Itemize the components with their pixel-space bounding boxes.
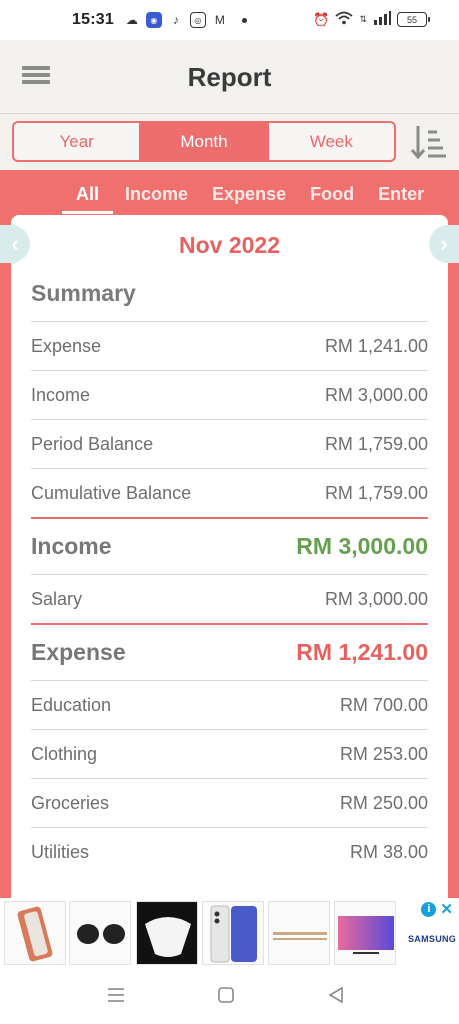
income-total: RM 3,000.00	[296, 533, 428, 559]
row-value: RM 3,000.00	[324, 384, 428, 405]
sort-descending-icon[interactable]	[409, 122, 449, 162]
row-value: RM 1,759.00	[324, 433, 428, 454]
ad-product-phone[interactable]	[202, 901, 264, 965]
back-icon[interactable]	[326, 986, 346, 1009]
tab-month[interactable]: Month	[141, 123, 269, 160]
tiktok-icon: ♪	[172, 13, 179, 27]
status-bar: 15:31 ☁ ◉ ♪ ◎ M ⏰ ⇅ 55	[0, 0, 459, 40]
ad-product-earbuds[interactable]	[69, 901, 131, 965]
income-heading: Income	[31, 533, 112, 559]
ad-product-soundbar[interactable]	[268, 901, 330, 965]
recent-apps-icon[interactable]	[106, 986, 126, 1009]
signal-icon	[373, 11, 391, 28]
summary-row-period-balance: Period Balance RM 1,759.00	[31, 419, 428, 468]
report-rows: Summary Expense RM 1,241.00 Income RM 3,…	[31, 273, 428, 876]
row-value: RM 1,759.00	[324, 482, 428, 503]
expense-heading: Expense	[31, 639, 126, 665]
instagram-icon: ◎	[189, 12, 206, 28]
app-notification-icon: ◉	[145, 12, 162, 28]
expense-total: RM 1,241.00	[296, 639, 428, 665]
row-label: Education	[31, 694, 112, 715]
more-notifications-dot-icon	[241, 17, 247, 23]
system-navigation-bar	[0, 968, 459, 1024]
row-label: Expense	[31, 335, 102, 356]
income-total-row[interactable]: Income RM 3,000.00	[31, 517, 428, 574]
expense-total-row[interactable]: Expense RM 1,241.00	[31, 623, 428, 680]
income-row-salary[interactable]: Salary RM 3,000.00	[31, 574, 428, 623]
row-label: Income	[31, 384, 91, 405]
tab-food[interactable]: Food	[298, 170, 366, 214]
tab-entertainment[interactable]: Enter	[366, 170, 436, 214]
period-segmented-control: Year Month Week	[12, 121, 396, 162]
app-header: Report	[0, 40, 459, 114]
ad-close-icon[interactable]: ✕	[440, 900, 453, 918]
cloud-icon: ☁	[125, 13, 138, 27]
expense-row-groceries[interactable]: Groceries RM 250.00	[31, 778, 428, 827]
report-card: Nov 2022 Summary Expense RM 1,241.00 Inc…	[11, 215, 448, 899]
tab-expense[interactable]: Expense	[200, 170, 298, 214]
category-tabs: All Income Expense Food Enter	[0, 170, 459, 218]
ad-product-tv[interactable]	[334, 901, 396, 965]
summary-row-cumulative-balance: Cumulative Balance RM 1,759.00	[31, 468, 428, 517]
next-month-button[interactable]: ›	[429, 225, 459, 263]
row-label: Salary	[31, 588, 83, 609]
row-value: RM 38.00	[349, 841, 428, 862]
row-value: RM 250.00	[339, 792, 428, 813]
summary-row-expense: Expense RM 1,241.00	[31, 321, 428, 370]
row-label: Utilities	[31, 841, 90, 862]
period-bar: Year Month Week	[0, 114, 459, 170]
notification-icons: ☁ ◉ ♪ ◎ M	[124, 12, 228, 28]
tab-year[interactable]: Year	[14, 123, 142, 160]
expense-row-education[interactable]: Education RM 700.00	[31, 680, 428, 729]
tab-all[interactable]: All	[62, 170, 114, 214]
chevron-right-icon: ›	[440, 231, 448, 256]
row-label: Period Balance	[31, 433, 154, 454]
row-value: RM 3,000.00	[324, 588, 428, 609]
month-title: Nov 2022	[178, 232, 280, 258]
row-value: RM 1,241.00	[324, 335, 428, 356]
home-icon[interactable]	[216, 986, 236, 1009]
summary-row-income: Income RM 3,000.00	[31, 370, 428, 419]
alarm-icon: ⏰	[313, 11, 330, 27]
ad-info-icon[interactable]: i	[421, 901, 437, 917]
battery-icon: 55	[397, 12, 430, 27]
status-indicators: ⏰ ⇅ 55	[313, 11, 430, 28]
ad-banner[interactable]: i ✕ SAMSUNG	[0, 898, 459, 968]
status-time: 15:31	[72, 11, 114, 28]
ad-brand-logo: SAMSUNG	[408, 934, 457, 944]
tab-week[interactable]: Week	[269, 123, 394, 160]
expense-row-clothing[interactable]: Clothing RM 253.00	[31, 729, 428, 778]
row-label: Cumulative Balance	[31, 482, 192, 503]
row-label: Groceries	[31, 792, 110, 813]
page-title: Report	[187, 62, 272, 92]
tab-income[interactable]: Income	[113, 170, 200, 214]
row-label: Clothing	[31, 743, 98, 764]
row-value: RM 700.00	[339, 694, 428, 715]
volte-icon: ⇅	[359, 14, 367, 24]
ad-controls: i ✕	[421, 900, 453, 918]
chevron-left-icon: ‹	[11, 231, 19, 256]
ad-product-fan[interactable]	[136, 901, 198, 965]
mail-icon: M	[214, 13, 225, 27]
wifi-icon	[335, 11, 354, 28]
row-value: RM 253.00	[339, 743, 428, 764]
expense-row-utilities[interactable]: Utilities RM 38.00	[31, 827, 428, 876]
summary-heading: Summary	[31, 279, 136, 306]
ad-product-flip-phone[interactable]	[4, 901, 66, 965]
